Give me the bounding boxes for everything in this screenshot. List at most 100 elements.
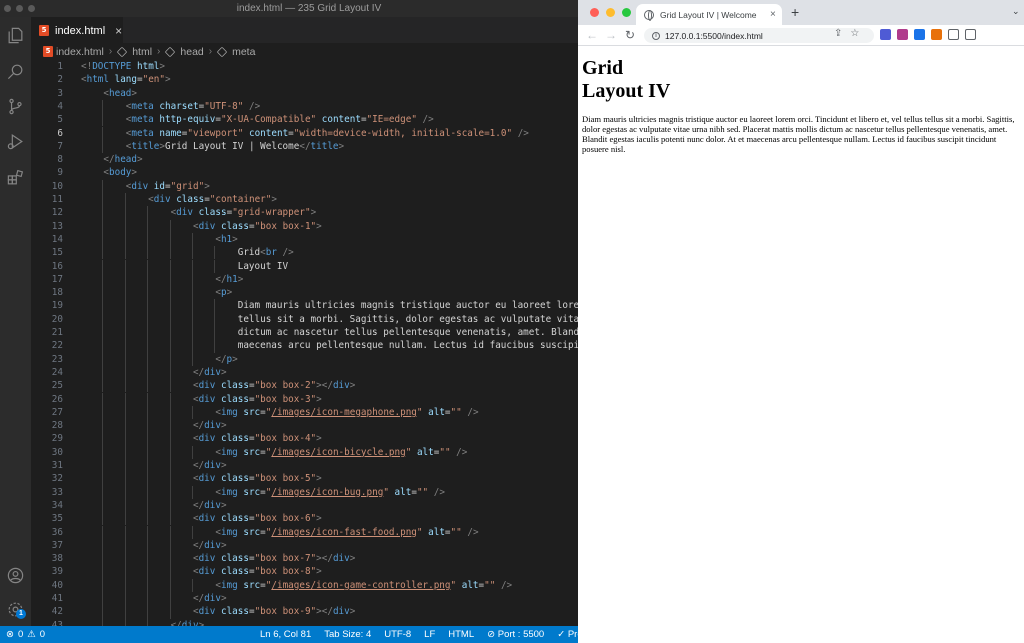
code-line[interactable]: 1 <!DOCTYPE html> [31, 60, 578, 73]
code-line[interactable]: 11 <div class="container"> [31, 193, 578, 207]
problems-indicator[interactable]: ⊗ 0 ⚠ 0 [6, 626, 45, 643]
code-line[interactable]: 5 <meta http-equiv="X-UA-Compatible" con… [31, 113, 578, 127]
account-icon[interactable] [0, 561, 31, 589]
encoding[interactable]: UTF-8 [384, 629, 411, 640]
extensions-icon[interactable] [0, 163, 31, 191]
code-line[interactable]: 21 dictum ac nascetur tellus pellentesqu… [31, 326, 578, 340]
code-line[interactable]: 20 tellus sit a morbi. Sagittis, dolor e… [31, 312, 578, 326]
code-line[interactable]: 43 </div> [31, 618, 578, 626]
forward-arrow-icon[interactable]: → [605, 27, 617, 43]
code-line[interactable]: 18 <p> [31, 286, 578, 300]
code-line[interactable]: 14 <h1> [31, 232, 578, 247]
code-line[interactable]: 39 <div class="box box-8"> [31, 565, 578, 579]
share-icon[interactable]: ⇪ [834, 28, 842, 39]
code-text: </div> [192, 593, 227, 604]
code-line[interactable]: 41 </div> [31, 592, 578, 606]
code-line[interactable]: 42 <div class="box box-9"></div> [31, 605, 578, 619]
source-control-icon[interactable] [0, 92, 31, 120]
bookmark-star-icon[interactable]: ☆ [850, 28, 859, 39]
window-controls[interactable] [4, 5, 35, 12]
tab-close-icon[interactable]: × [115, 24, 122, 38]
extension-icon[interactable] [931, 29, 942, 40]
code-line[interactable]: 35 <div class="box box-6"> [31, 512, 578, 526]
code-line[interactable]: 36 <img src="/images/icon-fast-food.png"… [31, 525, 578, 539]
browser-tab[interactable]: Grid Layout IV | Welcome × [636, 4, 782, 25]
code-line[interactable]: 16 Layout IV [31, 259, 578, 273]
code-line[interactable]: 2 <html lang="en"> [31, 73, 578, 86]
code-line[interactable]: 27 <img src="/images/icon-megaphone.png"… [31, 405, 578, 420]
code-line[interactable]: 28 </div> [31, 419, 578, 433]
breadcrumb-item-meta[interactable]: meta [232, 46, 255, 58]
extension-icon[interactable] [880, 29, 891, 40]
code-line[interactable]: 40 <img src="/images/icon-game-controlle… [31, 578, 578, 592]
search-icon[interactable] [0, 57, 31, 85]
extension-icon[interactable] [965, 29, 976, 40]
url-text[interactable]: 127.0.0.1:5500/index.html [665, 31, 763, 41]
page-content: Grid Layout IV Diam mauris ultricies magn… [578, 47, 1024, 643]
language-mode[interactable]: HTML [448, 629, 474, 640]
code-line[interactable]: 9 <body> [31, 166, 578, 179]
cursor-position[interactable]: Ln 6, Col 81 [260, 629, 311, 640]
line-number: 12 [51, 207, 63, 219]
code-line[interactable]: 25 <div class="box box-2"></div> [31, 379, 578, 393]
code-line[interactable]: 13 <div class="box box-1"> [31, 219, 578, 233]
back-arrow-icon[interactable]: ← [586, 27, 598, 43]
code-line[interactable]: 38 <div class="box box-7"></div> [31, 552, 578, 566]
code-line[interactable]: 26 <div class="box box-3"> [31, 392, 578, 406]
code-line[interactable]: 10 <div id="grid"> [31, 179, 578, 193]
code-line[interactable]: 30 <img src="/images/icon-bicycle.png" a… [31, 445, 578, 459]
site-info-icon[interactable]: i [652, 31, 660, 40]
breadcrumb-item-head[interactable]: head [180, 46, 203, 58]
prettier-status[interactable]: ✓ Pret [557, 629, 578, 640]
code-line[interactable]: 3 <head> [31, 87, 578, 100]
close-window-button[interactable] [590, 8, 599, 17]
code-editor[interactable]: 1 <!DOCTYPE html> 2 <html lang="en"> 3 <head… [31, 60, 578, 626]
new-tab-button[interactable]: + [791, 4, 799, 20]
tab-search-chevron-icon[interactable]: ⌄ [1012, 6, 1020, 17]
code-line[interactable]: 37 </div> [31, 538, 578, 553]
minimize-window-button[interactable] [606, 8, 615, 17]
breadcrumb-item-html[interactable]: html [132, 46, 152, 58]
vscode-titlebar: index.html — 235 Grid Layout IV [0, 0, 578, 17]
extension-icon[interactable] [914, 29, 925, 40]
run-debug-icon[interactable] [0, 127, 31, 155]
code-text: dictum ac nascetur tellus pellentesque v… [81, 327, 578, 338]
breadcrumb-item-file[interactable]: index.html [56, 46, 104, 58]
code-line[interactable]: 34 </div> [31, 498, 578, 513]
chevron-right-icon: › [157, 46, 161, 57]
line-number: 10 [51, 180, 63, 192]
code-line[interactable]: 17 </h1> [31, 272, 578, 287]
code-line[interactable]: 22 maecenas arcu pellentesque nullam. Le… [31, 339, 578, 353]
end-of-line[interactable]: LF [424, 629, 435, 640]
code-line[interactable]: 24 </div> [31, 365, 578, 380]
code-line[interactable]: 8 </head> [31, 153, 578, 166]
explorer-icon[interactable] [0, 21, 31, 49]
extension-icon[interactable] [897, 29, 908, 40]
code-line[interactable]: 33 <img src="/images/icon-bug.png" alt="… [31, 485, 578, 499]
reload-icon[interactable]: ↻ [625, 27, 635, 43]
code-line[interactable]: 31 </div> [31, 459, 578, 473]
maximize-window-button[interactable] [622, 8, 631, 17]
close-tab-icon[interactable]: × [770, 9, 776, 20]
window-controls[interactable] [590, 8, 631, 17]
extensions-area [880, 29, 976, 40]
settings-gear-icon[interactable]: 1 [0, 595, 31, 623]
code-line[interactable]: 12 <div class="grid-wrapper"> [31, 206, 578, 220]
code-line[interactable]: 7 <title>Grid Layout IV | Welcome</title… [31, 139, 578, 154]
code-line[interactable]: 15 Grid<br /> [31, 246, 578, 260]
line-number: 21 [51, 327, 63, 338]
code-line[interactable]: 6 <meta name="viewport" content="width=d… [31, 126, 578, 140]
code-line[interactable]: 4 <meta charset="UTF-8" /> [31, 99, 578, 114]
tab-index-html[interactable]: 5 index.html × [31, 17, 123, 43]
code-text: maecenas arcu pellentesque nullam. Lectu… [81, 340, 578, 352]
live-server-port[interactable]: ⊘ Port : 5500 [487, 629, 544, 640]
code-text: <img src="/images/icon-fast-food.png" al… [215, 526, 479, 538]
page-heading: Grid Layout IV [582, 57, 671, 102]
code-line[interactable]: 23 </p> [31, 352, 578, 366]
code-line[interactable]: 19 Diam mauris ultricies magnis tristiqu… [31, 299, 578, 313]
extension-icon[interactable] [948, 29, 959, 40]
code-line[interactable]: 29 <div class="box box-4"> [31, 432, 578, 446]
code-text: <div class="box box-4"> [192, 433, 322, 445]
code-line[interactable]: 32 <div class="box box-5"> [31, 472, 578, 486]
tab-size[interactable]: Tab Size: 4 [324, 629, 371, 640]
